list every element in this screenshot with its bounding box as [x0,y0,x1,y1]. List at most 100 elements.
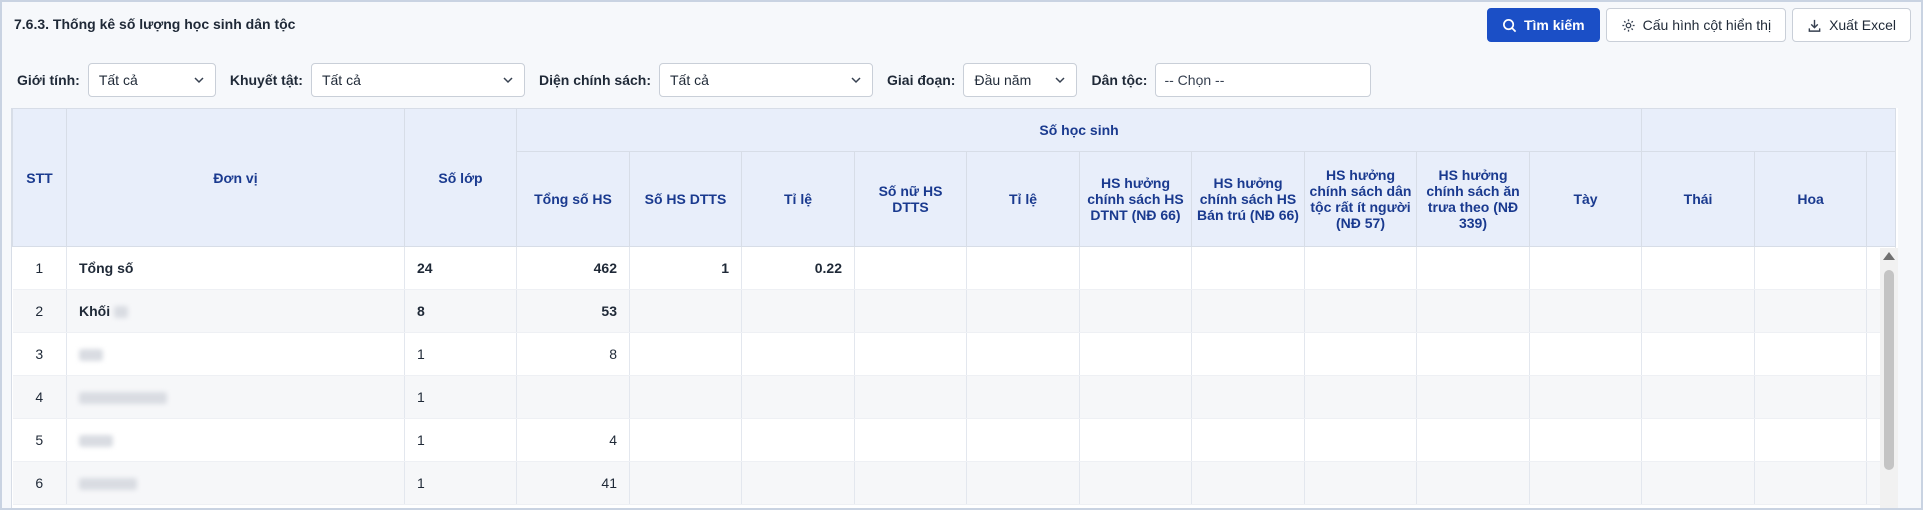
table-row[interactable]: 1 Tổng số 24 462 1 0.22 [12,246,1897,290]
cell-total: 8 [516,332,630,376]
chevron-down-icon [851,77,861,84]
cell [966,332,1080,376]
cell [1304,418,1417,462]
cell-unit-text: Khối [79,303,111,319]
header-thai: Thái [1641,151,1756,247]
gender-select-value: Tất cả [98,72,138,88]
cell [1529,289,1643,333]
search-icon [1502,18,1517,32]
header-ratio: Tỉ lệ [741,151,855,247]
redacted-text [79,478,137,491]
column-config-button[interactable]: Cấu hình cột hiển thị [1605,8,1787,42]
export-excel-button[interactable]: Xuất Excel [1792,8,1911,42]
cell [1191,289,1305,333]
cell [1754,332,1868,376]
cell-ratio [741,332,855,376]
policy-label: Diện chính sách: [538,72,651,88]
cell [966,418,1080,462]
cell [854,375,967,419]
cell-unit [66,461,405,505]
cell-total: 4 [516,418,630,462]
header-students-group: Số học sinh [515,108,1643,152]
gender-select[interactable]: Tất cả [87,63,216,97]
cell [1754,375,1868,419]
cell [854,418,967,462]
ethnic-student-table: STT Đơn vị Số lớp Số học sinh Tổng số HS… [12,108,1897,505]
cell-classes: 1 [404,332,517,376]
header-spacer [1866,151,1897,247]
header-policy-lunch: HS hưởng chính sách ăn trưa theo (NĐ 339… [1416,151,1530,247]
policy-select-value: Tất cả [670,72,709,88]
cell-unit: Tổng số [66,246,405,290]
search-button[interactable]: Tìm kiếm [1486,8,1600,42]
header-tay: Tày [1528,151,1643,247]
header-stt: STT [12,108,67,247]
cell [1641,375,1756,419]
cell-stt: 5 [12,418,67,462]
cell-classes: 8 [404,289,517,333]
scrollbar-thumb[interactable] [1884,270,1894,470]
toolbar: Tìm kiếm Cấu hình cột hiển thị Xuất Exce… [1486,8,1911,42]
data-table-container: STT Đơn vị Số lớp Số học sinh Tổng số HS… [11,108,1898,508]
header-policy-bantru: HS hưởng chính sách HS Bán trú (NĐ 66) [1191,151,1305,247]
gear-icon [1622,18,1635,32]
chevron-down-icon [503,77,513,84]
vertical-scrollbar[interactable] [1880,248,1898,508]
header-unit: Đơn vị [66,108,405,247]
cell-ratio [741,461,855,505]
cell [1754,418,1868,462]
cell [1529,375,1643,419]
table-row[interactable]: 2 Khối 8 53 [12,289,1897,333]
cell-dtts [629,375,742,419]
table-row[interactable]: 5 1 4 [12,418,1897,462]
redacted-text [79,392,167,405]
header-dtts: Số HS DTTS [629,151,742,247]
disability-select[interactable]: Tất cả [310,63,525,97]
header-hoa: Hoa [1754,151,1868,247]
redacted-text [114,306,128,319]
cell [1754,246,1868,290]
cell [966,461,1080,505]
table-row[interactable]: 4 1 [12,375,1897,419]
cell-total: 462 [516,246,630,290]
redacted-text [79,435,113,448]
cell [1304,289,1417,333]
gender-label: Giới tính: [17,72,80,88]
header-policy-minority: HS hưởng chính sách dân tộc rất ít người… [1304,151,1417,247]
header-policy-dtnt: HS hưởng chính sách HS DTNT (NĐ 66) [1079,151,1192,247]
cell [1641,246,1756,290]
ethnic-select[interactable]: -- Chọn -- [1155,63,1372,97]
column-config-label: Cấu hình cột hiển thị [1642,17,1772,33]
cell-classes: 1 [404,375,517,419]
scroll-up-icon[interactable] [1883,252,1895,260]
policy-select[interactable]: Tất cả [659,63,873,97]
cell [1191,332,1305,376]
cell-ratio [741,418,855,462]
cell [854,246,967,290]
cell [854,461,967,505]
cell-dtts [629,461,742,505]
cell-classes: 24 [404,246,517,290]
cell [1529,461,1643,505]
table-row[interactable]: 6 1 41 [12,461,1897,505]
cell [1304,375,1417,419]
page-title: 7.6.3. Thống kê số lượng học sinh dân tộ… [14,16,296,32]
cell [1079,418,1192,462]
cell-stt: 6 [12,461,67,505]
cell-unit [66,375,405,419]
cell-classes: 1 [404,461,517,505]
download-icon [1808,19,1821,32]
filter-bar: Giới tính: Tất cả Khuyết tật: Tất cả Diệ… [2,61,1921,99]
report-panel: 7.6.3. Thống kê số lượng học sinh dân tộ… [0,0,1923,510]
export-excel-label: Xuất Excel [1829,17,1896,33]
header-female-ratio: Tỉ lệ [966,151,1080,247]
cell-stt: 1 [12,246,67,290]
table-row[interactable]: 3 1 8 [12,332,1897,376]
header-classes: Số lớp [404,108,517,247]
period-select[interactable]: Đầu năm [963,63,1078,97]
period-select-value: Đầu năm [974,72,1032,88]
cell [1191,418,1305,462]
cell [1191,375,1305,419]
cell [1191,246,1305,290]
cell-unit: Khối [66,289,405,333]
